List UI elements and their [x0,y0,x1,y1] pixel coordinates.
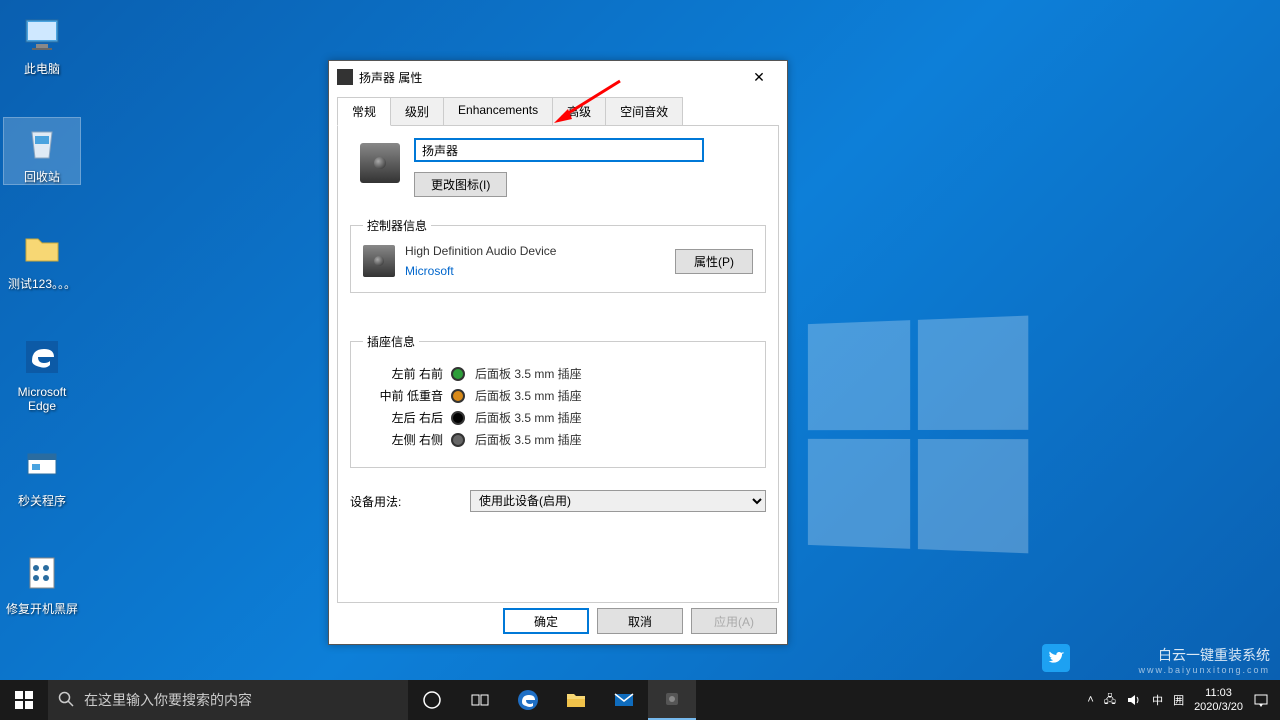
taskbar-sound-icon[interactable] [648,680,696,720]
usage-label: 设备用法: [350,493,470,510]
jack-info-group: 插座信息 左前 右前后面板 3.5 mm 插座中前 低重音后面板 3.5 mm … [350,333,766,468]
controller-legend: 控制器信息 [363,217,431,234]
windows-logo-bg [808,316,1030,555]
desktop-icon-app1[interactable]: 秒关程序 [4,442,80,508]
repair-icon [18,550,66,598]
system-tray: ˄ 🖧 中 囲 11:03 2020/3/20 [1082,680,1280,720]
cancel-button[interactable]: 取消 [597,608,683,634]
pc-icon [18,10,66,58]
jack-row: 左侧 右侧 后面板 3.5 mm 插座 [363,431,753,448]
taskbar-search[interactable]: 在这里输入你要搜索的内容 [48,680,408,720]
jack-row: 中前 低重音 后面板 3.5 mm 插座 [363,387,753,404]
jack-desc: 后面板 3.5 mm 插座 [475,409,582,426]
jack-label: 左后 右后 [363,409,443,426]
device-name-input[interactable] [414,138,704,162]
desktop-icon-label: 秒关程序 [4,494,80,508]
cortana-icon[interactable] [408,680,456,720]
jack-row: 左后 右后 后面板 3.5 mm 插座 [363,409,753,426]
jack-color-icon [451,367,465,381]
window-title: 扬声器 属性 [359,69,422,86]
desktop-icon-edge[interactable]: Microsoft Edge [4,333,80,413]
watermark: 白云一键重装系统 www.baiyunxitong.com [1138,645,1270,675]
tray-time: 11:03 [1205,686,1232,700]
desktop-icon-label: 修复开机黑屏 [4,602,80,616]
jack-color-icon [451,433,465,447]
desktop-icon-app2[interactable]: 修复开机黑屏 [4,550,80,616]
desktop-icon-label: 回收站 [4,170,80,184]
controller-vendor: Microsoft [405,264,665,278]
device-icon [360,143,400,183]
controller-icon [363,245,395,277]
watermark-url: www.baiyunxitong.com [1138,665,1270,675]
desktop-icon-label: 测试123。。。 [4,277,80,291]
edge-icon [18,333,66,381]
close-button[interactable]: ✕ [739,63,779,91]
titlebar[interactable]: 扬声器 属性 ✕ [329,61,787,93]
taskbar-edge-icon[interactable] [504,680,552,720]
jack-label: 左前 右前 [363,365,443,382]
folder-icon [18,225,66,273]
task-view-icon[interactable] [456,680,504,720]
watermark-icon [1042,644,1070,672]
controller-info-group: 控制器信息 High Definition Audio Device Micro… [350,217,766,293]
start-button[interactable] [0,680,48,720]
jack-legend: 插座信息 [363,333,419,350]
tray-notifications-icon[interactable] [1248,680,1274,720]
tray-date: 2020/3/20 [1194,700,1243,714]
tab-general[interactable]: 常规 [337,97,391,126]
controller-properties-button[interactable]: 属性(P) [675,249,753,274]
ok-button[interactable]: 确定 [503,608,589,634]
device-usage-select[interactable]: 使用此设备(启用) [470,490,766,512]
apply-button[interactable]: 应用(A) [691,608,777,634]
desktop-icon-this-pc[interactable]: 此电脑 [4,10,80,76]
tab-strip: 常规 级别 Enhancements 高级 空间音效 [337,97,779,126]
taskbar: 在这里输入你要搜索的内容 ˄ 🖧 中 囲 11:03 2020/3/20 [0,680,1280,720]
jack-desc: 后面板 3.5 mm 插座 [475,365,582,382]
tab-spatial[interactable]: 空间音效 [605,97,683,126]
speaker-properties-dialog: 扬声器 属性 ✕ 常规 级别 Enhancements 高级 空间音效 更改图标… [328,60,788,645]
change-icon-button[interactable]: 更改图标(I) [414,172,507,197]
app-icon [18,442,66,490]
jack-label: 左侧 右侧 [363,431,443,448]
tray-ime[interactable]: 中 [1147,680,1168,720]
desktop-icon-recycle-bin[interactable]: 回收站 [4,118,80,184]
tray-ime2[interactable]: 囲 [1168,680,1189,720]
taskbar-explorer-icon[interactable] [552,680,600,720]
tab-enhancements[interactable]: Enhancements [443,97,553,126]
search-placeholder: 在这里输入你要搜索的内容 [84,690,252,710]
tray-chevron-icon[interactable]: ˄ [1082,680,1098,720]
speaker-icon [337,69,353,85]
desktop-icon-folder[interactable]: 测试123。。。 [4,225,80,291]
watermark-text: 白云一键重装系统 [1138,645,1270,665]
tab-advanced[interactable]: 高级 [552,97,606,126]
dialog-footer: 确定 取消 应用(A) [503,608,777,634]
jack-color-icon [451,411,465,425]
tab-levels[interactable]: 级别 [390,97,444,126]
tray-net-icon[interactable]: 🖧 [1099,680,1121,720]
jack-label: 中前 低重音 [363,387,443,404]
desktop-icon-label: Microsoft Edge [4,385,80,413]
tab-panel-general: 更改图标(I) 控制器信息 High Definition Audio Devi… [337,125,779,603]
tray-volume-icon[interactable] [1121,680,1147,720]
search-icon [58,691,74,710]
taskbar-apps [408,680,696,720]
desktop-icon-label: 此电脑 [4,62,80,76]
taskbar-mail-icon[interactable] [600,680,648,720]
recycle-bin-icon [18,118,66,166]
controller-name: High Definition Audio Device [405,244,665,258]
jack-row: 左前 右前 后面板 3.5 mm 插座 [363,365,753,382]
jack-desc: 后面板 3.5 mm 插座 [475,431,582,448]
jack-color-icon [451,389,465,403]
jack-desc: 后面板 3.5 mm 插座 [475,387,582,404]
tray-clock[interactable]: 11:03 2020/3/20 [1189,680,1248,720]
